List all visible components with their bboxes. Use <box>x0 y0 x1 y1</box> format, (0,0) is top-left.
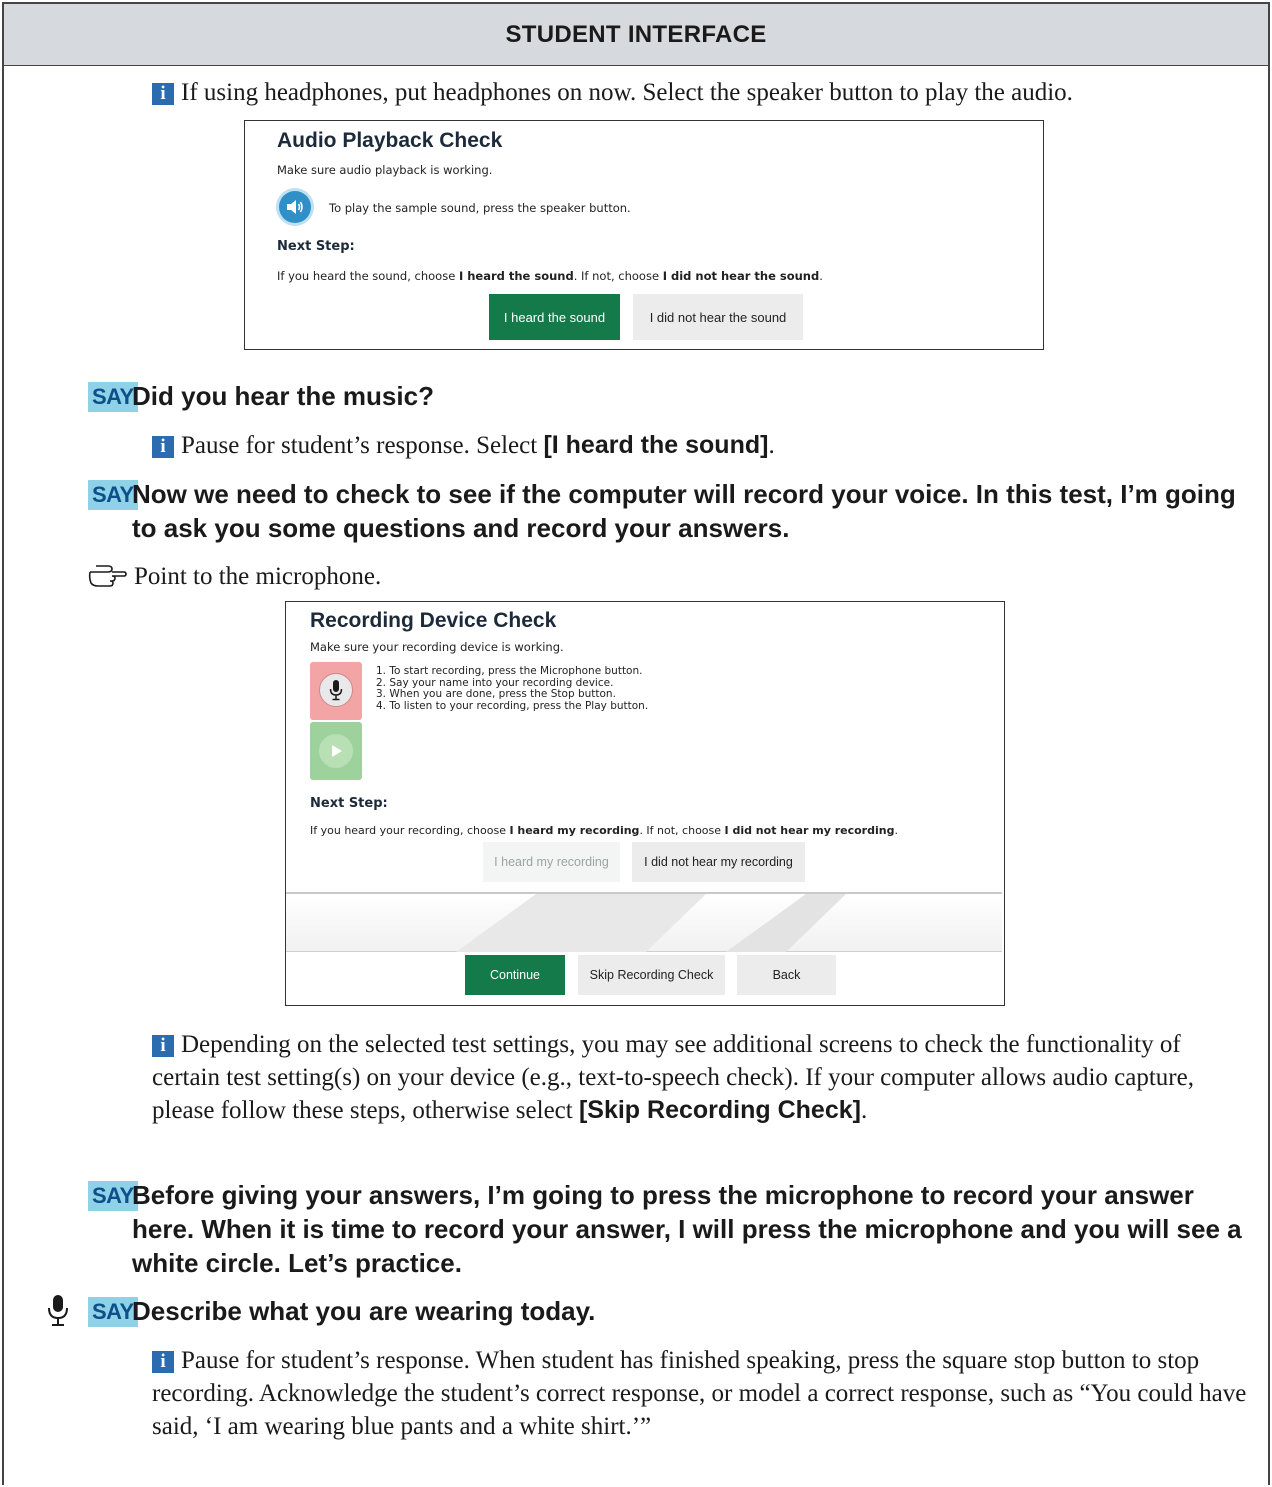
audio-check-subtitle: Make sure audio playback is working. <box>277 163 493 177</box>
note-2: i Pause for student’s response. Select [I… <box>152 429 1262 462</box>
info-icon: i <box>152 1351 174 1373</box>
say-badge: SAY <box>88 480 138 510</box>
info-icon: i <box>152 1035 174 1057</box>
note-3: i Depending on the selected test settings… <box>152 1031 1194 1124</box>
audio-check-title: Audio Playback Check <box>277 129 503 152</box>
recording-check-screenshot: Recording Device Check Make sure your re… <box>285 601 1005 1006</box>
microphone-button[interactable] <box>319 673 353 707</box>
play-icon <box>332 745 342 757</box>
recording-step: 1. To start recording, press the Microph… <box>376 665 643 677</box>
not-heard-sound-button[interactable]: I did not hear the sound <box>633 294 803 340</box>
next-step-label: Next Step: <box>277 239 355 254</box>
say-badge: SAY <box>88 382 138 412</box>
recording-check-title: Recording Device Check <box>310 609 557 632</box>
not-heard-recording-button[interactable]: I did not hear my recording <box>632 842 805 882</box>
background-decoration <box>456 894 846 952</box>
say-text: Before giving your answers, I’m going to… <box>132 1180 1242 1278</box>
speaker-instruction: To play the sample sound, press the spea… <box>329 201 631 215</box>
recording-steps: 1. To start recording, press the Microph… <box>376 665 649 712</box>
next-step-text: If you heard the sound, choose I heard t… <box>277 269 823 283</box>
microphone-icon <box>329 680 343 701</box>
say-text: Describe what you are wearing today. <box>132 1296 596 1326</box>
recording-step: 3. When you are done, press the Stop but… <box>376 688 616 700</box>
continue-button[interactable]: Continue <box>465 955 565 995</box>
recording-step: 4. To listen to your recording, press th… <box>376 699 649 712</box>
info-icon: i <box>152 83 174 105</box>
skip-recording-check-button[interactable]: Skip Recording Check <box>578 955 725 995</box>
heard-sound-button[interactable]: I heard the sound <box>489 294 620 340</box>
heard-recording-button[interactable]: I heard my recording <box>483 842 620 882</box>
say-text: Now we need to check to see if the compu… <box>132 479 1236 543</box>
recording-check-subtitle: Make sure your recording device is worki… <box>310 640 564 654</box>
section-header: STUDENT INTERFACE <box>4 4 1268 66</box>
point-instruction: Point to the microphone. <box>88 560 788 593</box>
back-button[interactable]: Back <box>737 955 836 995</box>
microphone-icon <box>48 1295 68 1326</box>
section-title: STUDENT INTERFACE <box>505 20 767 48</box>
speaker-icon <box>287 200 303 214</box>
info-icon: i <box>152 436 174 458</box>
pointing-hand-icon <box>88 565 127 587</box>
speaker-button[interactable] <box>279 191 311 223</box>
next-step-text: If you heard your recording, choose I he… <box>310 824 898 837</box>
play-button[interactable] <box>319 734 353 768</box>
next-step-label: Next Step: <box>310 796 388 811</box>
intro-note: i If using headphones, put headphones on … <box>152 76 1262 109</box>
audio-check-screenshot: Audio Playback Check Make sure audio pla… <box>244 120 1044 350</box>
note-4: i Pause for student’s response. When stud… <box>152 1347 1247 1440</box>
page-frame: STUDENT INTERFACE i If using headphones, … <box>2 2 1270 1485</box>
say-badge: SAY <box>88 1297 138 1327</box>
say-text: Did you hear the music? <box>132 381 434 411</box>
say-badge: SAY <box>88 1181 138 1211</box>
